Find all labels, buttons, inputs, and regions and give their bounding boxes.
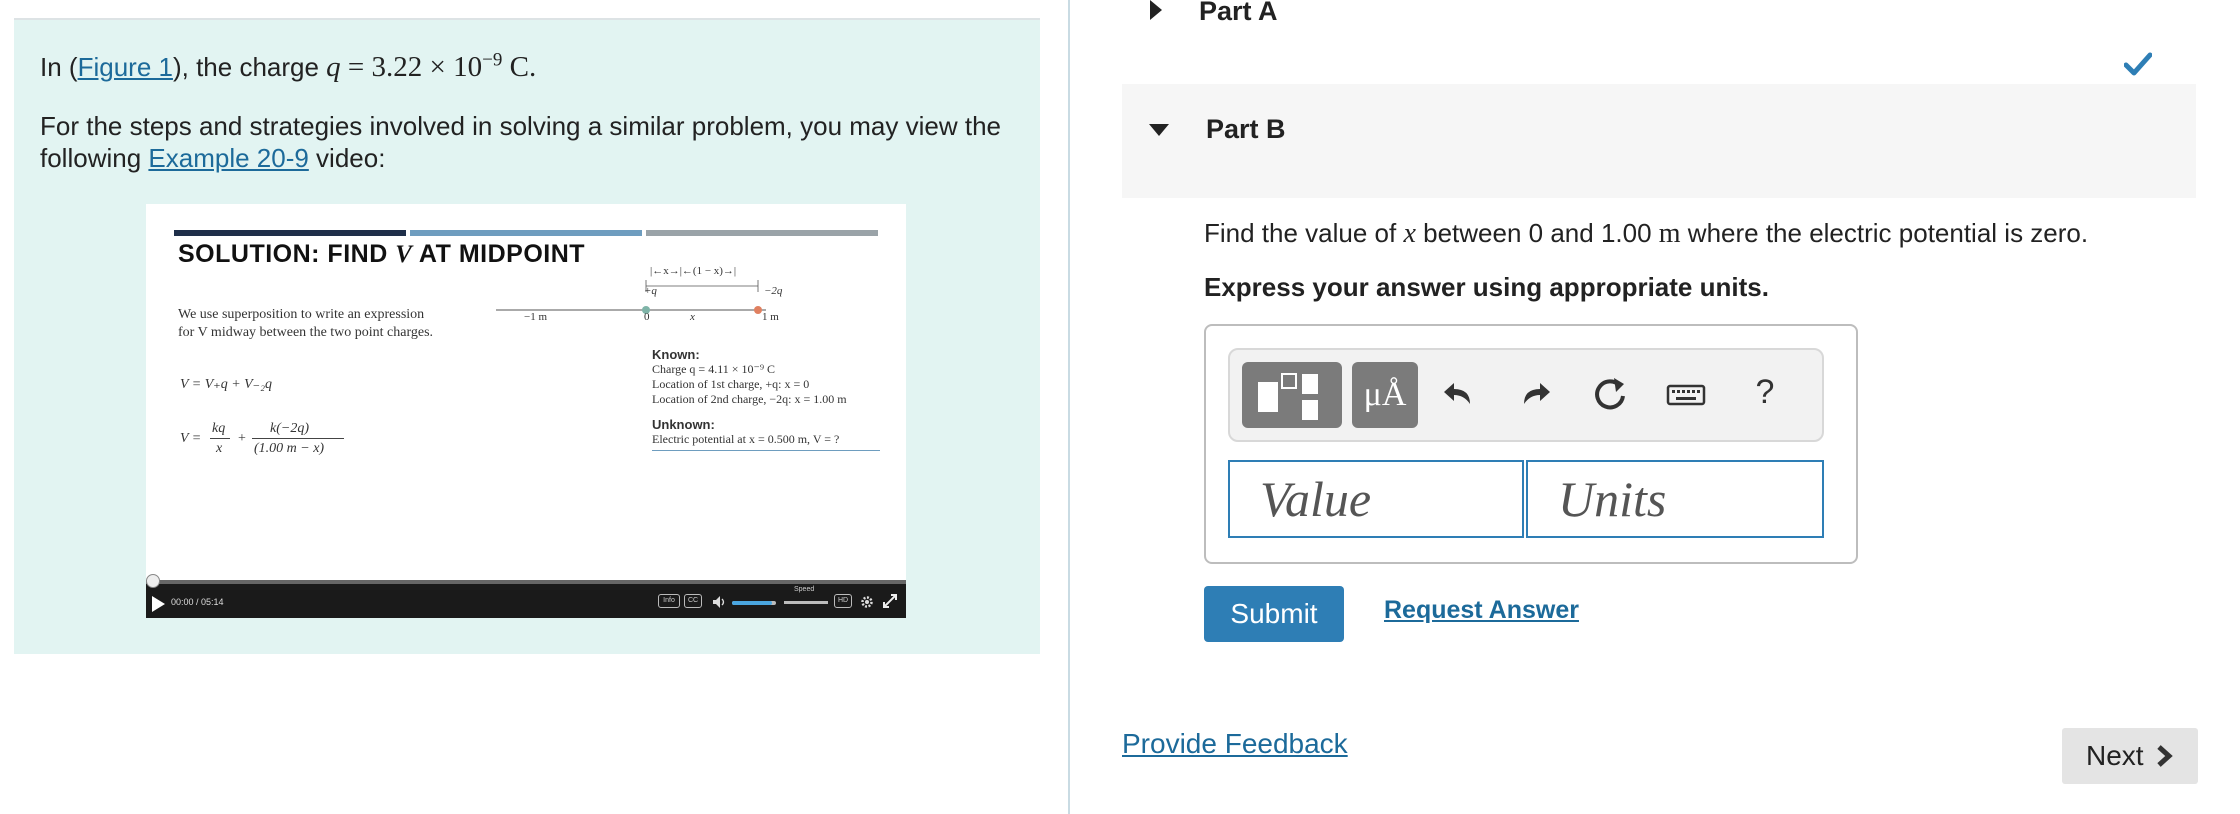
next-label: Next (2086, 740, 2144, 771)
units-button[interactable]: μÅ (1352, 362, 1418, 428)
reset-icon[interactable] (1590, 374, 1630, 414)
axis-label-0: 0 (644, 311, 650, 323)
video-eq2-frac-left (210, 438, 230, 439)
volume-slider-fill (732, 601, 772, 605)
intro-prefix: In ( (40, 52, 78, 82)
axis-label-minus-1m: −1 m (524, 311, 548, 323)
undo-icon[interactable] (1440, 374, 1480, 414)
title-bar-gray (646, 230, 878, 236)
video-title-prefix: SOLUTION: FIND (178, 240, 396, 268)
chevron-right-icon (2157, 745, 2173, 767)
video-eq1: V = V₊q + V₋₂q (180, 377, 272, 392)
steps-text: For the steps and strategies involved in… (40, 110, 1020, 174)
hd-button[interactable]: HD (834, 594, 852, 608)
templates-button[interactable] (1242, 362, 1342, 428)
video-desc-line1: We use superposition to write an express… (178, 307, 425, 322)
charge-value: = 3.22 × 10 (340, 51, 483, 83)
known-item-3: Location of 2nd charge, −2q: x = 1.00 m (652, 392, 847, 406)
provide-feedback-link[interactable]: Provide Feedback (1122, 728, 1348, 760)
video-controls-bar (146, 582, 906, 618)
diagram-label-minus-2q: −2q (764, 285, 783, 297)
question-mid: between 0 and 1.00 (1415, 218, 1659, 248)
charge-exponent: −9 (482, 49, 503, 71)
help-button[interactable]: ? (1750, 372, 1780, 412)
captions-button[interactable]: CC (684, 594, 702, 608)
question-suffix: where the electric potential is zero. (1680, 218, 2089, 248)
unknown-item-1: Electric potential at x = 0.500 m, V = ? (652, 432, 840, 446)
templates-icon (1258, 373, 1318, 420)
known-item-2: Location of 1st charge, +q: x = 0 (652, 377, 810, 391)
part-a-expand-icon[interactable] (1150, 0, 1162, 20)
panel-divider (1068, 0, 1070, 814)
example-video-player[interactable]: SOLUTION: FIND V AT MIDPOINT We use supe… (146, 204, 906, 618)
video-eq2-num-right: k(−2q) (270, 421, 309, 436)
charge-equation: q = 3.22 × 10−9 C. (326, 49, 537, 83)
charge-unit: C. (502, 51, 537, 83)
question-prefix: Find the value of (1204, 218, 1404, 248)
check-icon (2124, 52, 2152, 76)
diagram-distance-label: |←x→|←(1 − x)→| (650, 265, 737, 277)
redo-icon[interactable] (1514, 374, 1554, 414)
video-eq2-den-right: (1.00 m − x) (254, 441, 325, 456)
video-title-var: V (395, 241, 413, 268)
play-icon[interactable] (152, 596, 165, 612)
known-item-1: Charge q = 4.11 × 10⁻⁹ C (652, 362, 776, 376)
next-button[interactable]: Next (2062, 728, 2198, 784)
video-title-bars (174, 230, 878, 236)
question-unit: m (1658, 218, 1681, 249)
unknown-underline (652, 450, 880, 451)
request-answer-link[interactable]: Request Answer (1384, 596, 1579, 625)
speed-slider[interactable] (784, 601, 828, 604)
video-progress-handle[interactable] (146, 574, 160, 588)
video-eq2-plus: + (238, 431, 246, 446)
submit-button[interactable]: Submit (1204, 586, 1344, 642)
units-input[interactable] (1526, 460, 1824, 538)
minus-2q-charge-dot (754, 306, 762, 314)
charge-var: q (326, 51, 341, 83)
video-eq2-frac-right (252, 438, 344, 439)
title-bar-dark (174, 230, 406, 236)
figure-link[interactable]: Figure 1 (78, 52, 173, 82)
diagram-label-plus-q: +q (644, 285, 657, 297)
video-eq2-num-left: kq (212, 421, 226, 436)
speed-label: Speed (794, 586, 815, 593)
value-input[interactable] (1228, 460, 1524, 538)
axis-label-x: x (690, 311, 695, 323)
keyboard-icon[interactable] (1666, 374, 1706, 414)
part-b-collapse-icon[interactable] (1149, 124, 1169, 136)
part-a-title[interactable]: Part A (1199, 0, 1278, 27)
video-progress-bar[interactable] (146, 580, 906, 584)
video-eq2-den-left: x (216, 441, 223, 456)
info-button[interactable]: Info (658, 594, 680, 608)
video-eq2-lhs: V = (180, 431, 202, 446)
question-text: Find the value of x between 0 and 1.00 m… (1204, 218, 2088, 250)
problem-statement: In (Figure 1), the charge q = 3.22 × 10−… (40, 50, 536, 84)
question-var: x (1403, 218, 1416, 249)
intro-suffix: ), the charge (172, 52, 327, 82)
steps-suffix: video: (308, 143, 386, 173)
example-video-link[interactable]: Example 20-9 (148, 143, 308, 173)
video-desc-line2: for V midway between the two point charg… (178, 325, 434, 340)
volume-icon[interactable] (712, 595, 728, 609)
fullscreen-icon[interactable] (882, 593, 898, 609)
video-time: 00:00 / 05:14 (171, 597, 224, 607)
title-bar-blue (410, 230, 642, 236)
answer-instructions: Express your answer using appropriate un… (1204, 272, 1769, 302)
gear-icon[interactable] (860, 595, 874, 609)
part-b-title[interactable]: Part B (1206, 114, 1286, 145)
axis-label-1m: 1 m (762, 311, 779, 323)
